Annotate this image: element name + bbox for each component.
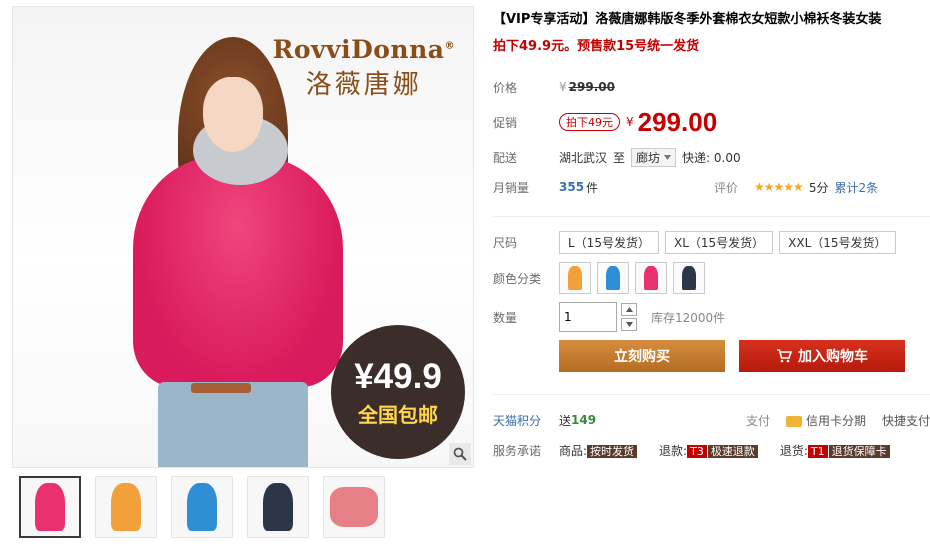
points-value: 149 — [571, 413, 597, 427]
service-promise-label: 服务承诺 — [493, 443, 542, 458]
registered-mark: ® — [444, 40, 455, 52]
goods-promise[interactable]: 商品: 按时发货 — [559, 442, 638, 459]
quantity-input[interactable] — [559, 302, 617, 332]
old-price: 299.00 — [568, 80, 615, 94]
express-fee: 快递: 0.00 — [682, 150, 741, 165]
quantity-stepper — [559, 302, 637, 332]
thumbnail-detail[interactable] — [323, 476, 385, 538]
thumbnail-strip — [19, 476, 385, 538]
thumbnail-navy[interactable] — [247, 476, 309, 538]
price-badge: ¥49.9 全国包邮 — [331, 325, 465, 459]
stock-text: 库存12000件 — [651, 310, 726, 325]
quantity-label: 数量 — [493, 310, 518, 325]
color-option-orange[interactable] — [559, 262, 591, 294]
promo-tag: 拍下49元 — [559, 113, 620, 131]
ship-to-label: 至 — [613, 150, 626, 165]
rating-label: 评价 — [714, 180, 739, 195]
thumbnail-orange[interactable] — [95, 476, 157, 538]
old-price-currency: ¥ — [559, 80, 567, 94]
product-subtitle: 拍下49.9元。预售款15号统一发货 — [493, 39, 700, 54]
review-count-link[interactable]: 累计2条 — [834, 179, 878, 196]
add-to-cart-label: 加入购物车 — [798, 349, 868, 365]
goods-label: 商品: — [559, 443, 588, 458]
main-product-image[interactable]: RovviDonna® 洛薇唐娜 ¥49.9 全国包邮 — [13, 7, 473, 467]
credit-card-icon — [785, 415, 802, 427]
product-title: 【VIP专享活动】洛薇唐娜韩版冬季外套棉衣女短款小棉袄冬装女装 — [493, 12, 882, 27]
product-gallery: RovviDonna® 洛薇唐娜 ¥49.9 全国包邮 — [12, 6, 474, 468]
ship-to-value: 廊坊 — [636, 150, 661, 165]
size-label: 尺码 — [493, 236, 518, 250]
t1-badge: T1 — [807, 444, 828, 458]
points-row: 天猫积分 送 149 支付 信用卡分期 快捷支付 — [493, 407, 930, 433]
add-to-cart-button[interactable]: 加入购物车 — [739, 340, 905, 372]
t3-badge: T3 — [687, 444, 707, 458]
size-option-xxl[interactable]: XXL（15号发货） — [779, 231, 896, 254]
fast-refund-tag: 极速退款 — [707, 444, 758, 458]
refund-promise[interactable]: 退款: T3 极速退款 — [659, 442, 758, 459]
rating-stars: ★★★★★ — [754, 180, 804, 194]
return-guarantee-tag: 退货保障卡 — [828, 444, 890, 458]
monthly-sales-label: 月销量 — [493, 180, 530, 195]
size-option-l[interactable]: L（15号发货） — [559, 231, 659, 254]
tmall-points-label[interactable]: 天猫积分 — [493, 412, 559, 429]
promo-currency: ¥ — [626, 115, 634, 129]
price-label: 价格 — [493, 80, 518, 95]
shipping-label: 配送 — [493, 150, 518, 165]
color-label: 颜色分类 — [493, 271, 542, 286]
ship-from: 湖北武汉 — [559, 150, 608, 165]
buy-now-button[interactable]: 立刻购买 — [559, 340, 725, 372]
thumbnail-blue[interactable] — [171, 476, 233, 538]
zoom-icon[interactable] — [449, 443, 471, 465]
quantity-up-button[interactable] — [621, 303, 637, 316]
badge-price: ¥49.9 — [354, 356, 442, 396]
rating-score: 5分 — [808, 180, 829, 195]
price-block: 价格 ¥ 299.00 促销 拍下49元 ¥ 299.00 配送 湖北武汉 至 … — [493, 72, 930, 217]
on-time-shipping-tag: 按时发货 — [587, 444, 638, 458]
color-option-blue[interactable] — [597, 262, 629, 294]
thumbnail-pink[interactable] — [19, 476, 81, 538]
quick-pay[interactable]: 快捷支付 — [882, 412, 930, 429]
refund-label: 退款: — [659, 443, 688, 458]
credit-installment[interactable]: 信用卡分期 — [806, 414, 866, 428]
promo-label: 促销 — [493, 115, 518, 130]
return-label: 退货: — [779, 443, 808, 458]
product-info: 【VIP专享活动】洛薇唐娜韩版冬季外套棉衣女短款小棉袄冬装女装 拍下49.9元。… — [493, 8, 930, 463]
size-option-xl[interactable]: XL（15号发货） — [664, 231, 774, 254]
service-promise-row: 服务承诺 商品: 按时发货 退款: T3 极速退款 退货: T1 退货保障卡 — [493, 437, 930, 463]
color-option-navy[interactable] — [673, 262, 705, 294]
color-option-pink[interactable] — [635, 262, 667, 294]
chevron-down-icon — [664, 154, 672, 160]
chevron-up-icon — [625, 307, 633, 312]
action-buttons: 立刻购买 加入购物车 — [559, 340, 930, 372]
quantity-down-button[interactable] — [621, 318, 637, 331]
cart-icon — [777, 349, 792, 363]
ship-to-select[interactable]: 廊坊 — [631, 147, 677, 167]
badge-free-shipping: 全国包邮 — [358, 402, 438, 427]
sales-count: 355 — [559, 180, 585, 194]
return-promise[interactable]: 退货: T1 退货保障卡 — [780, 442, 890, 459]
payment-label: 支付 — [745, 413, 770, 428]
chevron-down-icon — [625, 322, 633, 327]
promo-price: 299.00 — [637, 106, 718, 137]
sku-options: 尺码 L（15号发货） XL（15号发货） XXL（15号发货） 颜色分类 数量 — [493, 231, 930, 332]
points-text: 送 — [559, 413, 572, 428]
sales-unit: 件 — [586, 180, 599, 195]
